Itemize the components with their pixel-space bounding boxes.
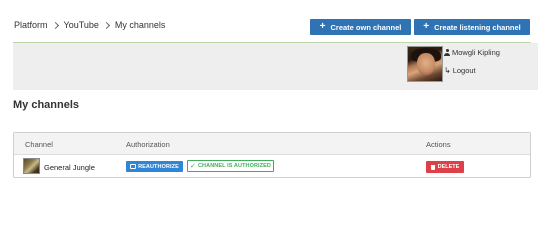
chevron-right-icon: [51, 21, 59, 29]
status-badge: ✓ CHANNEL IS AUTHORIZED: [187, 160, 274, 172]
top-bar: Platform YouTube My channels + Create ow…: [0, 0, 551, 44]
reauthorize-button[interactable]: REAUTHORIZE: [126, 161, 183, 172]
channels-table: Channel Authorization Actions General Ju…: [13, 132, 531, 178]
user-name: Mowgli Kipling: [444, 48, 500, 57]
delete-label: DELETE: [437, 164, 460, 170]
create-own-channel-label: Create own channel: [330, 22, 402, 32]
avatar: [407, 46, 443, 82]
reauthorize-label: REAUTHORIZE: [138, 163, 179, 170]
breadcrumb-item-youtube[interactable]: YouTube: [64, 20, 99, 30]
column-header-actions: Actions: [426, 140, 451, 149]
channel-name[interactable]: General Jungle: [44, 163, 95, 172]
table-row: General Jungle REAUTHORIZE ✓ CHANNEL IS …: [14, 156, 530, 177]
column-header-channel: Channel: [25, 140, 53, 149]
user-name-label: Mowgli Kipling: [452, 48, 500, 57]
check-icon: ✓: [190, 162, 196, 170]
create-listening-channel-button[interactable]: + Create listening channel: [414, 19, 530, 35]
status-badge-label: CHANNEL IS AUTHORIZED: [197, 163, 271, 169]
monitor-icon: [130, 164, 137, 169]
chevron-right-icon: [102, 21, 110, 29]
column-header-authorization: Authorization: [126, 140, 170, 149]
create-listening-channel-label: Create listening channel: [434, 22, 521, 32]
channel-thumbnail: [23, 158, 40, 174]
breadcrumb: Platform YouTube My channels: [14, 20, 165, 30]
user-icon: [444, 49, 450, 56]
table-header: Channel Authorization Actions: [14, 133, 530, 155]
breadcrumb-item-my-channels: My channels: [114, 20, 166, 30]
create-own-channel-button[interactable]: + Create own channel: [310, 19, 411, 35]
delete-button[interactable]: DELETE: [426, 161, 464, 173]
trash-icon: [430, 164, 435, 170]
plus-icon: +: [319, 21, 326, 32]
logout-label: Logout: [452, 66, 476, 75]
page-title: My channels: [13, 99, 80, 111]
logout-link[interactable]: ↳ Logout: [444, 66, 476, 75]
breadcrumb-item-platform[interactable]: Platform: [14, 20, 48, 30]
plus-icon: +: [423, 21, 430, 32]
logout-icon: ↳: [444, 65, 451, 75]
